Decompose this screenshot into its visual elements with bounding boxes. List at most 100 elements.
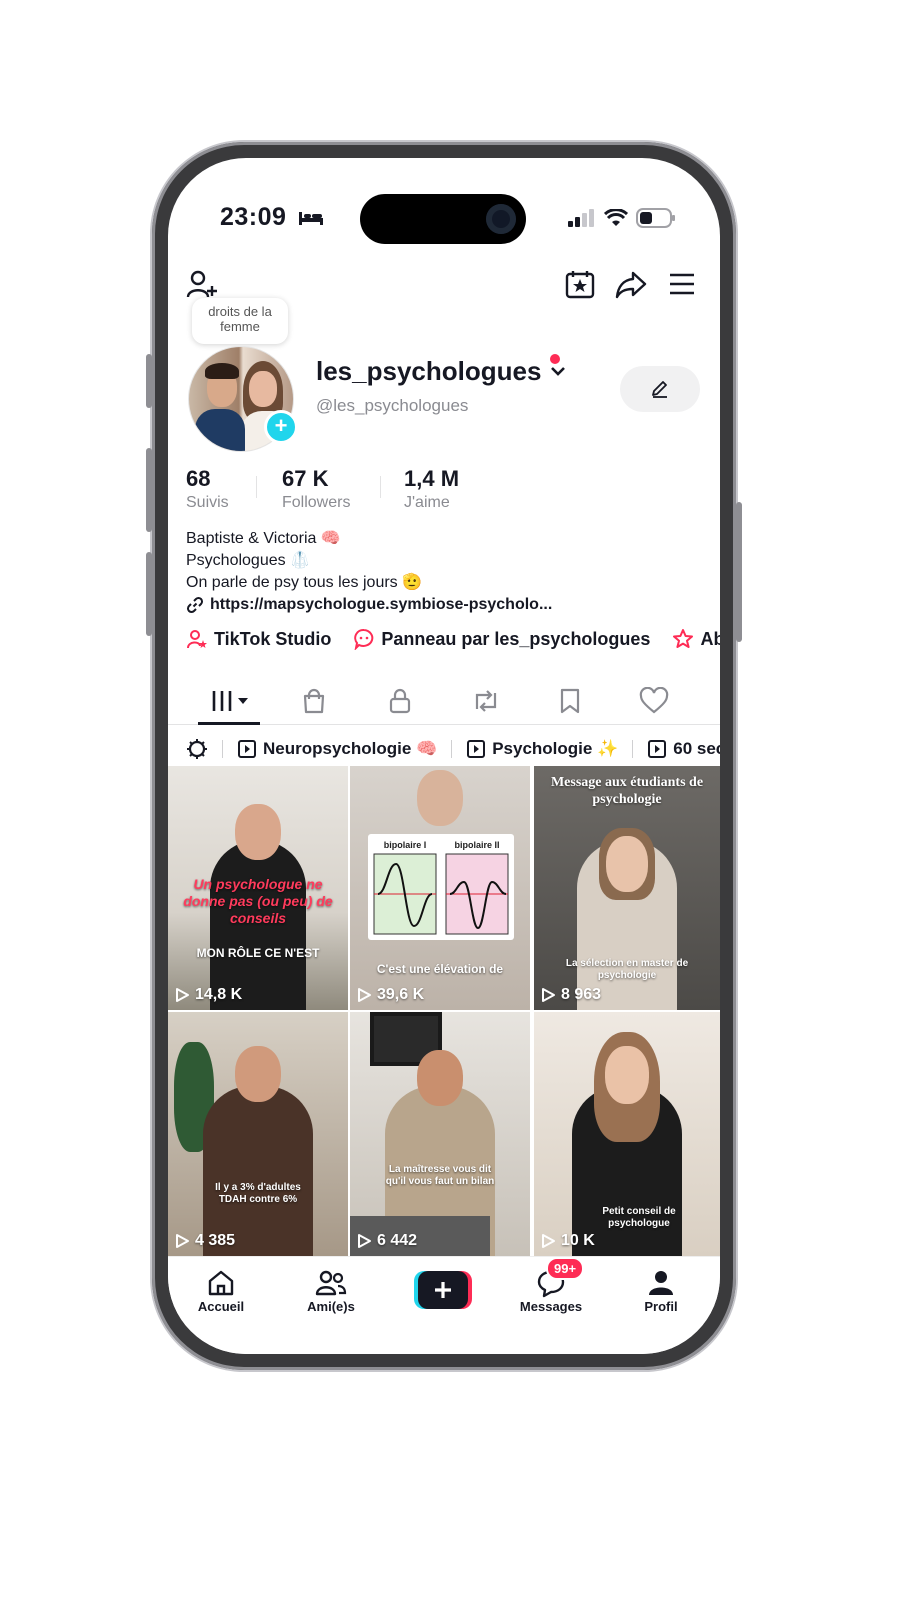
nav-profile[interactable]: Profil: [616, 1267, 706, 1314]
tiktok-studio-chip[interactable]: TikTok Studio: [186, 628, 331, 650]
play-icon: [358, 988, 371, 1002]
view-count: 6 442: [356, 1232, 417, 1250]
status-icons: [568, 208, 676, 228]
panel-chip[interactable]: Panneau par les_psychologues: [353, 628, 650, 650]
chip-label: Abo: [700, 628, 720, 649]
screen: 23:09 droits de la femme + les_psycholog…: [168, 158, 720, 1354]
lock-icon: [389, 688, 411, 714]
camera-icon: [486, 204, 516, 234]
content-tabs: [168, 676, 720, 725]
settings-gear-icon[interactable]: [186, 738, 208, 760]
nav-home-label: Accueil: [197, 1299, 245, 1314]
video-thumbnail[interactable]: Message aux étudiants de psychologie La …: [534, 766, 720, 1010]
tab-private[interactable]: [380, 686, 420, 716]
play-icon: [542, 1234, 555, 1248]
playlist-item[interactable]: Neuropsychologie 🧠: [237, 739, 437, 759]
tab-videos[interactable]: [208, 686, 256, 716]
bipolar-chart-card: bipolaire I bipolaire II: [368, 834, 514, 940]
play-icon: [176, 1234, 189, 1248]
video-caption: C'est une élévation de: [376, 962, 504, 976]
bio-link[interactable]: https://mapsychologue.symbiose-psycholo.…: [186, 596, 552, 614]
chevron-down-icon[interactable]: [549, 364, 567, 378]
view-count-text: 4 385: [195, 1232, 236, 1249]
tab-reposts[interactable]: [466, 686, 506, 716]
messages-badge: 99+: [546, 1257, 585, 1280]
subscription-chip[interactable]: Abo: [672, 628, 720, 650]
add-friend-icon[interactable]: [186, 268, 218, 300]
tab-liked[interactable]: [634, 686, 674, 716]
avatar-man-hair: [205, 363, 239, 379]
phone-frame: 23:09 droits de la femme + les_psycholog…: [146, 142, 742, 1370]
profile-shortcuts: TikTok Studio Panneau par les_psychologu…: [186, 628, 720, 650]
stat-divider: [380, 476, 381, 498]
view-count: 10 K: [540, 1232, 595, 1250]
nav-home[interactable]: Accueil: [176, 1267, 266, 1314]
view-count: 4 385: [174, 1232, 235, 1250]
followers-count: 67 K: [282, 466, 329, 491]
bookmark-icon: [560, 688, 580, 714]
heart-icon: [639, 687, 669, 714]
calendar-star-icon[interactable]: [564, 268, 596, 300]
battery-icon: [636, 208, 675, 228]
playlist-item[interactable]: Psychologie ✨: [466, 739, 618, 759]
chat-bubble-icon: [354, 628, 374, 650]
view-count: 39,6 K: [356, 986, 424, 1004]
view-count: 14,8 K: [174, 986, 242, 1004]
video-thumbnail[interactable]: Un psychologue ne donne pas (ou peu) de …: [168, 766, 348, 1010]
thumbnail-head: [605, 1046, 649, 1104]
nav-friends[interactable]: Ami(e)s: [286, 1267, 376, 1314]
status-time: 23:09: [220, 203, 324, 232]
likes-label: J'aime: [404, 494, 450, 511]
video-caption: La maîtresse vous dit qu'il vous faut un…: [385, 1164, 495, 1187]
add-story-plus-icon[interactable]: +: [264, 410, 298, 444]
video-thumbnail[interactable]: Petit conseil de psychologue 10 K: [534, 1012, 720, 1256]
playlist-play-icon: [238, 740, 256, 758]
tab-shop[interactable]: [294, 686, 334, 716]
bipolar-wave-chart: [373, 853, 509, 935]
video-grid: Un psychologue ne donne pas (ou peu) de …: [168, 766, 720, 1256]
thumbnail-head: [606, 836, 648, 892]
edit-profile-button[interactable]: [620, 366, 700, 412]
profile-username[interactable]: les_psychologues: [316, 356, 567, 387]
create-button[interactable]: [414, 1271, 472, 1309]
playlist-item[interactable]: 60 sec: [647, 739, 720, 759]
stat-divider: [256, 476, 257, 498]
playlist-label: Neuropsychologie 🧠: [263, 739, 438, 758]
repost-icon: [475, 690, 497, 712]
menu-icon[interactable]: [668, 270, 696, 298]
video-caption: Message aux étudiants de psychologie: [550, 775, 704, 807]
bed-icon: [298, 212, 323, 225]
grid-icon: [212, 691, 248, 711]
following-count: 68: [186, 466, 211, 491]
play-icon: [542, 988, 555, 1002]
shopping-bag-icon: [303, 688, 325, 714]
video-caption: Il y a 3% d'adultes TDAH contre 6%: [215, 1182, 301, 1205]
profile-handle: @les_psychologues: [316, 396, 469, 415]
video-thumbnail[interactable]: Il y a 3% d'adultes TDAH contre 6% 4 385: [168, 1012, 348, 1256]
view-count-text: 6 442: [377, 1232, 418, 1249]
playlist-separator: [451, 740, 453, 758]
avatar-man-body: [195, 409, 245, 451]
stat-following[interactable]: 68 Suivis: [186, 466, 229, 512]
tab-saved[interactable]: [550, 686, 590, 716]
profile-icon: [649, 1271, 673, 1295]
friends-icon: [315, 1270, 347, 1296]
stat-likes[interactable]: 1,4 M J'aime: [404, 466, 459, 512]
view-count-text: 14,8 K: [195, 986, 243, 1003]
thumbnail-head: [235, 1046, 281, 1102]
star-badge-icon: [673, 629, 694, 648]
video-thumbnail[interactable]: La maîtresse vous dit qu'il vous faut un…: [350, 1012, 530, 1256]
stat-followers[interactable]: 67 K Followers: [282, 466, 350, 512]
chip-label: TikTok Studio: [214, 628, 332, 649]
video-thumbnail[interactable]: bipolaire I bipolaire II C'est une éléva…: [350, 766, 530, 1010]
link-icon: [186, 596, 204, 614]
story-note-bubble[interactable]: droits de la femme: [192, 298, 288, 344]
nav-friends-label: Ami(e)s: [307, 1299, 355, 1314]
bio-line: On parle de psy tous les jours 🫡: [186, 574, 423, 591]
video-subcaption: La sélection en master de psychologie: [565, 958, 689, 981]
playlist-play-icon: [467, 740, 486, 758]
share-icon[interactable]: [614, 268, 648, 300]
view-count: 8 963: [540, 986, 601, 1004]
playlist-play-icon: [648, 740, 667, 758]
avatar-woman-face: [249, 371, 277, 407]
